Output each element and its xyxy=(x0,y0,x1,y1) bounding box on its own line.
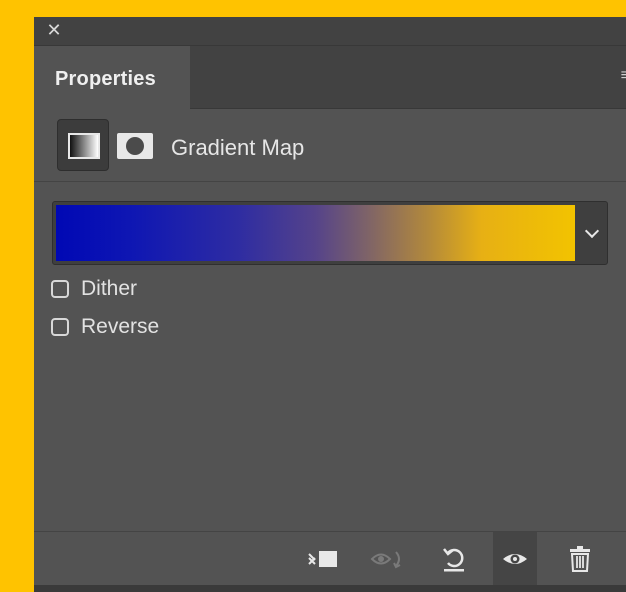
gradient-picker[interactable] xyxy=(52,201,608,265)
panel-title-bar: ✕ xyxy=(34,17,626,46)
reset-button[interactable] xyxy=(432,532,476,586)
dither-checkbox[interactable] xyxy=(51,280,69,298)
gradient-map-adjustment-icon[interactable] xyxy=(57,119,109,171)
chevron-down-icon xyxy=(584,223,600,239)
delete-icon xyxy=(570,546,590,572)
toggle-visibility-icon xyxy=(503,554,527,564)
view-previous-state-button[interactable] xyxy=(367,532,411,586)
panel-footer-strip xyxy=(34,585,626,592)
gradient-swatch-icon xyxy=(68,133,100,159)
gradient-preview[interactable] xyxy=(56,205,575,261)
view-previous-state-icon xyxy=(370,551,401,569)
delete-button[interactable] xyxy=(558,532,602,586)
reverse-option[interactable]: Reverse xyxy=(51,315,159,339)
reverse-label: Reverse xyxy=(81,315,160,338)
adjustment-title: Gradient Map xyxy=(171,135,305,160)
clip-to-layer-button[interactable] xyxy=(302,532,346,586)
tab-properties[interactable]: Properties xyxy=(34,46,190,109)
close-icon[interactable]: ✕ xyxy=(44,20,64,40)
clip-to-layer-icon xyxy=(308,551,337,567)
panel-tab-strip: Properties ≡ xyxy=(34,46,626,109)
toggle-visibility-button[interactable] xyxy=(493,532,537,586)
layer-mask-icon[interactable] xyxy=(117,133,153,159)
dither-option[interactable]: Dither xyxy=(51,277,137,301)
adjustment-header: Gradient Map xyxy=(34,109,626,182)
reverse-checkbox[interactable] xyxy=(51,318,69,336)
panel-menu-icon[interactable]: ≡ xyxy=(621,68,626,84)
reset-icon xyxy=(443,548,464,572)
dither-label: Dither xyxy=(81,277,138,300)
panel-bottom-toolbar xyxy=(34,531,626,586)
properties-panel: ✕ Properties ≡ Gradient Map Dither Rever… xyxy=(34,17,626,592)
tab-properties-label: Properties xyxy=(55,68,156,90)
gradient-dropdown-button[interactable] xyxy=(577,202,607,264)
